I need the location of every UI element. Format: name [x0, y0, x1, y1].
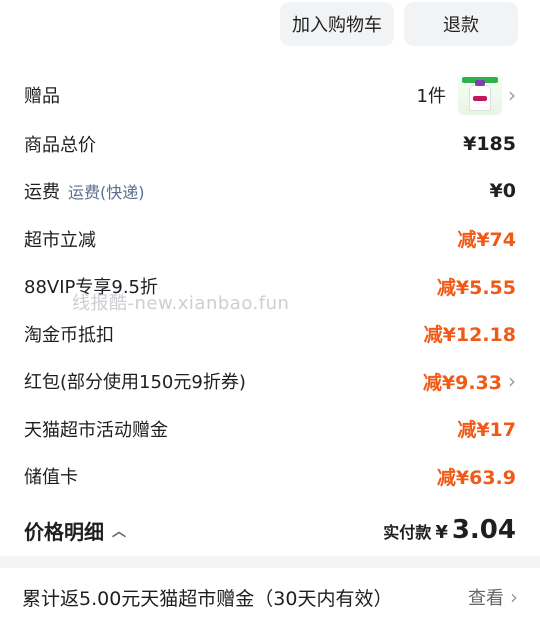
gift-value: 1件 › — [417, 75, 516, 115]
tmall-bonus-row: 天猫超市活动赠金 减¥17 — [0, 405, 540, 453]
total-price-label: 商品总价 — [24, 134, 96, 156]
shipping-row: 运费 运费(快递) ¥0 — [0, 168, 540, 216]
bonus-banner: 累计返5.00元天猫超市赠金（30天内有效） 查看 › — [0, 568, 540, 626]
gift-count: 1件 — [416, 86, 446, 107]
gift-row[interactable]: 赠品 1件 › — [0, 70, 540, 120]
tmall-bonus-label: 天猫超市活动赠金 — [24, 419, 168, 441]
taojinbi-row: 淘金币抵扣 减¥12.18 — [0, 310, 540, 358]
gift-label: 赠品 — [24, 86, 60, 107]
bonus-view-link[interactable]: 查看 › — [468, 584, 518, 610]
stored-value-card-row: 储值卡 减¥63.9 — [0, 453, 540, 501]
shipping-label: 运费 — [24, 182, 60, 204]
chevron-right-icon[interactable]: › — [508, 83, 516, 107]
taojinbi-value: 减¥12.18 — [423, 324, 516, 347]
total-price-row: 商品总价 ¥185 — [0, 120, 540, 168]
price-detail-toggle[interactable]: 价格明细 ︿ — [24, 516, 126, 545]
red-packet-value: 减¥9.33 — [422, 371, 502, 394]
section-divider — [0, 556, 540, 568]
stored-value-card-label: 储值卡 — [24, 467, 78, 489]
bonus-text: 累计返5.00元天猫超市赠金（30天内有效） — [22, 587, 393, 610]
paid-amount: 实付款 ¥ 3.04 — [383, 515, 516, 545]
order-summary-list: 赠品 1件 › 商品总价 ¥185 运费 运费(快递) ¥0 超市立减 减¥74… — [0, 70, 540, 500]
caret-up-icon: ︿ — [112, 524, 126, 540]
vip-discount-value: 减¥5.55 — [436, 276, 516, 299]
red-packet-row[interactable]: 红包(部分使用150元9折券) 减¥9.33 › — [0, 358, 540, 406]
red-packet-label: 红包(部分使用150元9折券) — [24, 372, 246, 394]
taojinbi-label: 淘金币抵扣 — [24, 324, 114, 346]
shipping-method: 运费(快递) — [68, 183, 145, 203]
gift-product-thumbnail[interactable] — [458, 75, 502, 115]
gift-bottle-image — [469, 80, 491, 111]
supermarket-discount-row: 超市立减 减¥74 — [0, 215, 540, 263]
red-packet-value-wrap: 减¥9.33 › — [423, 368, 516, 395]
supermarket-discount-value: 减¥74 — [457, 229, 516, 252]
vip-discount-label: 88VIP专享9.5折 — [24, 277, 159, 299]
supermarket-discount-label: 超市立减 — [24, 229, 96, 251]
chevron-right-icon: › — [510, 585, 518, 609]
stored-value-card-value: 减¥63.9 — [436, 466, 516, 489]
paid-amount-value: 3.04 — [451, 515, 516, 545]
chevron-right-icon[interactable]: › — [508, 369, 516, 393]
vip-discount-row: 88VIP专享9.5折 减¥5.55 — [0, 263, 540, 311]
price-detail-title: 价格明细 — [24, 519, 104, 544]
total-price-value: ¥185 — [463, 132, 516, 155]
paid-currency: ¥ — [435, 522, 448, 543]
price-detail-bar: 价格明细 ︿ 实付款 ¥ 3.04 — [0, 505, 540, 555]
bonus-view-label: 查看 — [468, 588, 504, 609]
paid-label: 实付款 — [383, 523, 432, 542]
tmall-bonus-value: 减¥17 — [457, 419, 516, 442]
top-actions: 加入购物车 退款 — [280, 2, 518, 46]
refund-button[interactable]: 退款 — [404, 2, 518, 46]
shipping-value: ¥0 — [489, 180, 516, 203]
add-to-cart-button[interactable]: 加入购物车 — [280, 2, 394, 46]
